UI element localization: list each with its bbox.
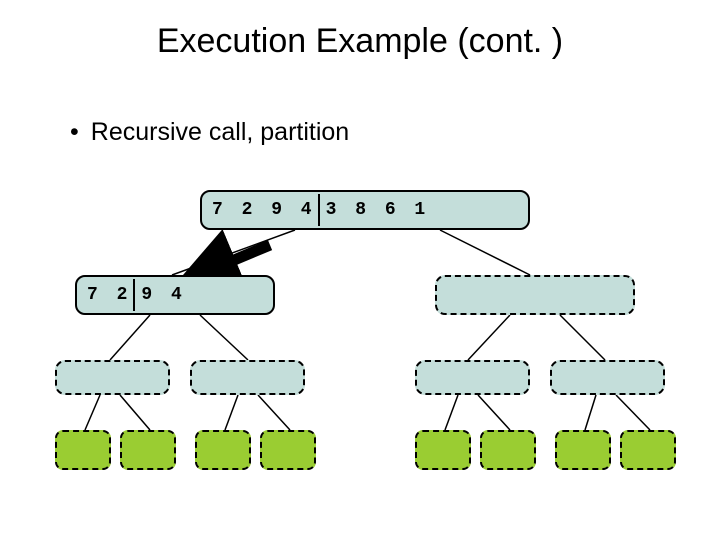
l2-left-a: 7 2 [87,285,131,305]
tree-diagram: 7 2 9 4 3 8 6 1 7 2 9 4 [0,0,720,540]
leaf-6 [480,430,536,470]
level2-right-box [435,275,635,315]
leaf-3 [195,430,251,470]
level3-box-4 [550,360,665,395]
leaf-8 [620,430,676,470]
level3-box-2 [190,360,305,395]
l2-left-b: 9 4 [141,285,185,305]
level3-box-1 [55,360,170,395]
leaf-4 [260,430,316,470]
level3-box-3 [415,360,530,395]
root-left: 7 2 9 4 [212,200,316,220]
leaf-5 [415,430,471,470]
level2-left-box: 7 2 9 4 [75,275,275,315]
leaf-2 [120,430,176,470]
root-box: 7 2 9 4 3 8 6 1 [200,190,530,230]
leaf-7 [555,430,611,470]
divider-icon [318,194,320,226]
leaf-1 [55,430,111,470]
divider-icon [133,279,135,311]
root-right: 3 8 6 1 [326,200,430,220]
